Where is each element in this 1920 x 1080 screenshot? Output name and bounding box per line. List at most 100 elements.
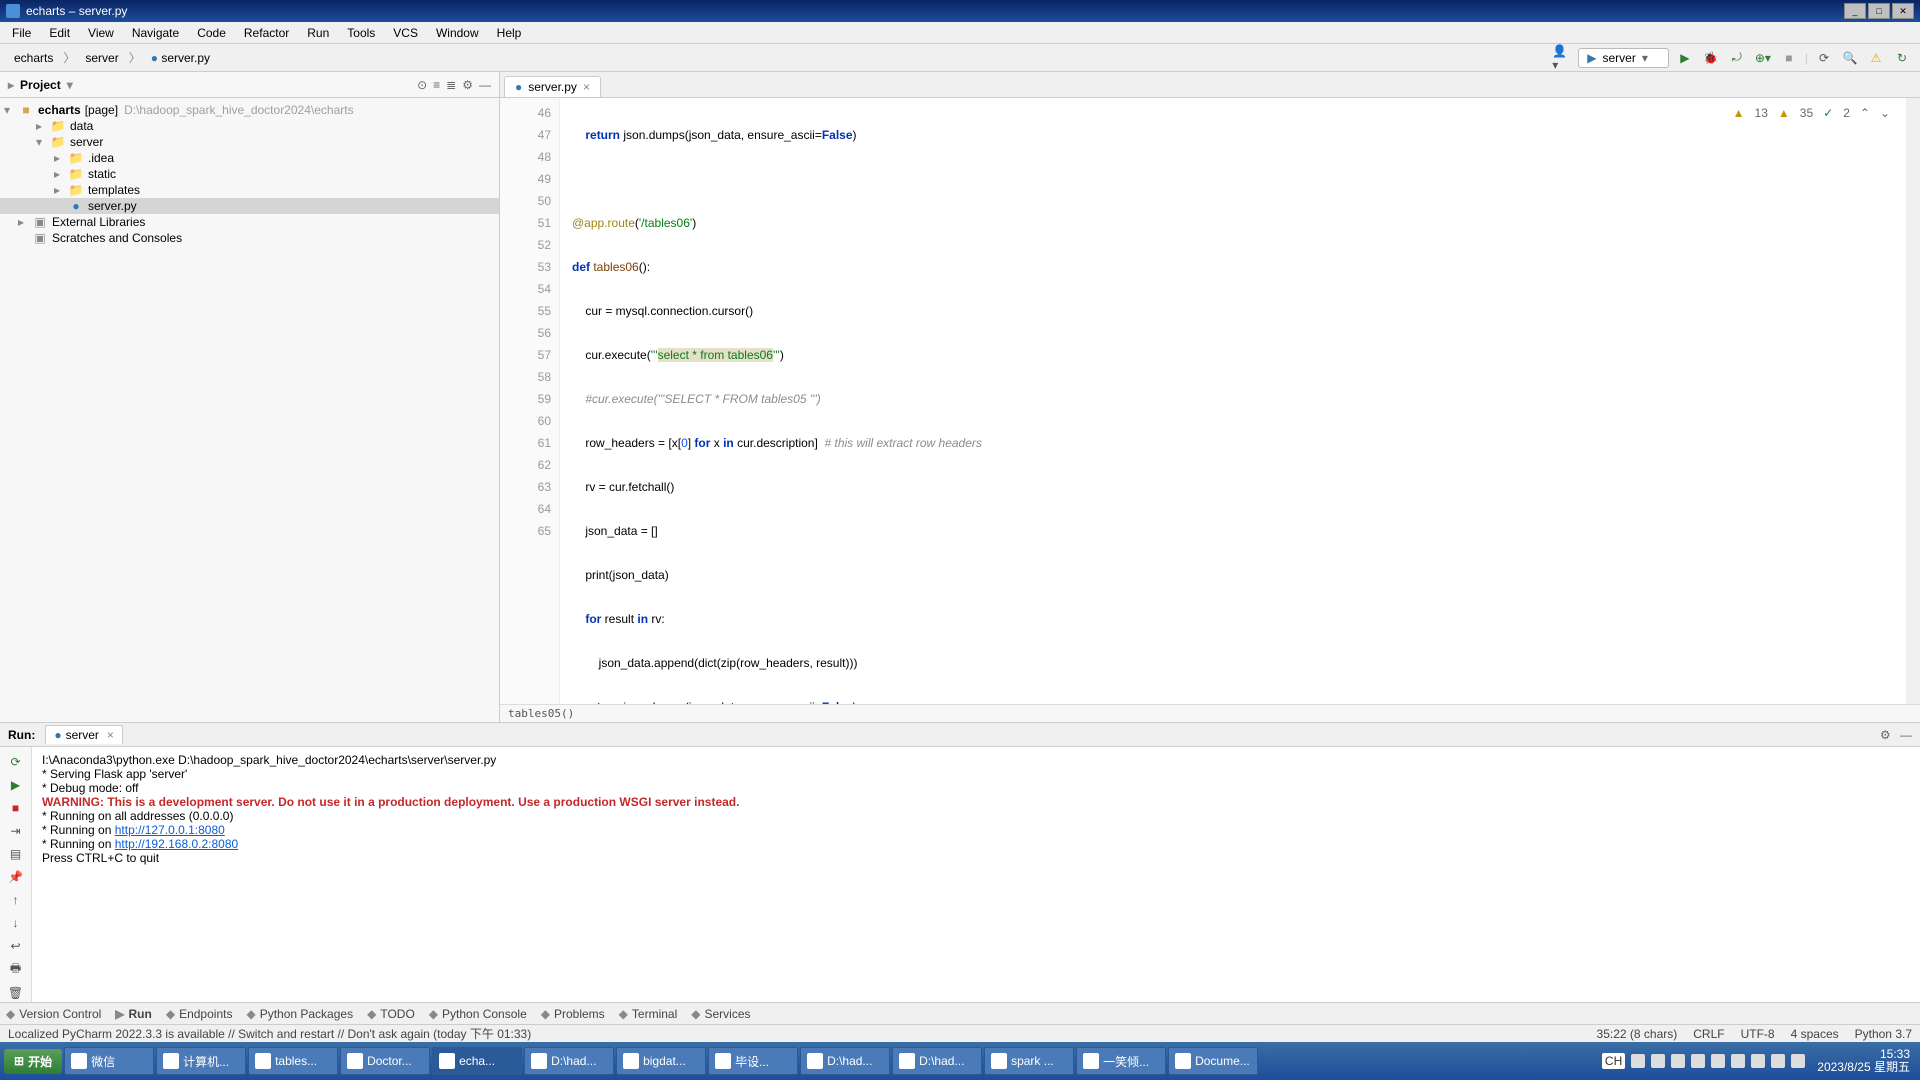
line-number[interactable]: 50 <box>500 190 551 212</box>
sync-button[interactable]: ↻ <box>1892 48 1912 68</box>
tree-folder[interactable]: ▸📁.idea <box>0 150 499 166</box>
tree-library[interactable]: ▣Scratches and Consoles <box>0 230 499 246</box>
taskbar-item[interactable]: 一笑倾... <box>1076 1047 1166 1075</box>
collapse-all-icon[interactable]: ≣ <box>446 78 456 92</box>
stop-button[interactable]: ■ <box>1779 48 1799 68</box>
menu-help[interactable]: Help <box>489 24 530 42</box>
debug-button[interactable]: 🐞 <box>1701 48 1721 68</box>
settings-icon[interactable]: ⚙ <box>462 78 473 92</box>
taskbar-item[interactable]: tables... <box>248 1047 338 1075</box>
taskbar-item[interactable]: Doctor... <box>340 1047 430 1075</box>
tray-icon[interactable] <box>1711 1054 1725 1068</box>
line-number[interactable]: 59 <box>500 388 551 410</box>
line-number[interactable]: 56 <box>500 322 551 344</box>
run-button[interactable]: ▶ <box>7 776 25 793</box>
chevron-up-icon[interactable]: ⌃ <box>1860 102 1870 124</box>
tool-button-run[interactable]: ▶Run <box>115 1007 152 1021</box>
expand-arrow-icon[interactable]: ▾ <box>4 103 18 117</box>
line-number[interactable]: 61 <box>500 432 551 454</box>
menu-edit[interactable]: Edit <box>41 24 78 42</box>
tree-root[interactable]: ▾ ■ echarts [page] D:\hadoop_spark_hive_… <box>0 102 499 118</box>
line-number[interactable]: 60 <box>500 410 551 432</box>
rerun-button[interactable]: ⟳ <box>7 753 25 770</box>
menu-navigate[interactable]: Navigate <box>124 24 187 42</box>
run-button[interactable]: ▶ <box>1675 48 1695 68</box>
tree-folder[interactable]: ▾📁server <box>0 134 499 150</box>
tool-button-python-packages[interactable]: ◆Python Packages <box>246 1007 353 1021</box>
taskbar-item[interactable]: D:\had... <box>892 1047 982 1075</box>
status-widget[interactable]: UTF-8 <box>1741 1027 1775 1041</box>
expand-all-icon[interactable]: ≡ <box>433 78 440 92</box>
ime-indicator[interactable]: CH <box>1602 1053 1625 1069</box>
tool-button-problems[interactable]: ◆Problems <box>541 1007 605 1021</box>
project-tree[interactable]: ▾ ■ echarts [page] D:\hadoop_spark_hive_… <box>0 98 499 722</box>
menu-file[interactable]: File <box>4 24 39 42</box>
minimize-button[interactable]: _ <box>1844 3 1866 19</box>
line-number[interactable]: 54 <box>500 278 551 300</box>
soft-wrap-button[interactable]: ↩ <box>7 938 25 955</box>
console-link[interactable]: http://127.0.0.1:8080 <box>115 823 225 837</box>
inspection-widget[interactable]: ▲13 ▲35 ✓2 ⌃ ⌄ <box>1733 102 1890 124</box>
tool-button-todo[interactable]: ◆TODO <box>367 1007 415 1021</box>
maximize-button[interactable]: □ <box>1868 3 1890 19</box>
editor-tab-server[interactable]: ● server.py × <box>504 76 601 97</box>
breadcrumb-item[interactable]: echarts <box>8 49 59 67</box>
update-project-button[interactable]: ⟳ <box>1814 48 1834 68</box>
expand-arrow-icon[interactable]: ▸ <box>18 215 32 229</box>
taskbar-item[interactable]: bigdat... <box>616 1047 706 1075</box>
status-widget[interactable]: CRLF <box>1693 1027 1724 1041</box>
taskbar-item[interactable]: spark ... <box>984 1047 1074 1075</box>
tree-library[interactable]: ▸▣External Libraries <box>0 214 499 230</box>
step-button[interactable]: ⇥ <box>7 822 25 839</box>
tool-button-terminal[interactable]: ◆Terminal <box>619 1007 678 1021</box>
ide-errors-button[interactable]: ⚠ <box>1866 48 1886 68</box>
line-number[interactable]: 52 <box>500 234 551 256</box>
tool-button-endpoints[interactable]: ◆Endpoints <box>166 1007 233 1021</box>
expand-arrow-icon[interactable]: ▸ <box>54 151 68 165</box>
editor-scrollbar[interactable] <box>1906 98 1920 704</box>
project-collapse-icon[interactable]: ▸ <box>8 78 14 92</box>
tray-icon[interactable] <box>1791 1054 1805 1068</box>
tree-folder[interactable]: ▸📁data <box>0 118 499 134</box>
pin-button[interactable]: 📌 <box>7 868 25 885</box>
chevron-down-icon[interactable]: ▾ <box>67 78 73 92</box>
expand-arrow-icon[interactable]: ▾ <box>36 135 50 149</box>
taskbar-item[interactable]: 计算机... <box>156 1047 246 1075</box>
menu-window[interactable]: Window <box>428 24 487 42</box>
taskbar-item[interactable]: D:\had... <box>800 1047 890 1075</box>
taskbar-item[interactable]: D:\had... <box>524 1047 614 1075</box>
menu-code[interactable]: Code <box>189 24 234 42</box>
line-number[interactable]: 51 <box>500 212 551 234</box>
settings-icon[interactable]: ⚙ <box>1880 728 1891 742</box>
code-content[interactable]: return json.dumps(json_data, ensure_asci… <box>560 98 1920 704</box>
clear-button[interactable]: 🗑 <box>7 985 25 1002</box>
line-number[interactable]: 64 <box>500 498 551 520</box>
line-number[interactable]: 48 <box>500 146 551 168</box>
line-number[interactable]: 58 <box>500 366 551 388</box>
tray-icon[interactable] <box>1731 1054 1745 1068</box>
menu-vcs[interactable]: VCS <box>385 24 426 42</box>
coverage-button[interactable]: ⤾ <box>1727 48 1747 68</box>
status-widget[interactable]: 4 spaces <box>1791 1027 1839 1041</box>
hide-icon[interactable]: — <box>1900 728 1912 742</box>
breadcrumb-item[interactable]: server <box>79 49 124 67</box>
tray-icon[interactable] <box>1751 1054 1765 1068</box>
system-tray[interactable]: CH 15:33 2023/8/25 星期五 <box>1602 1048 1916 1074</box>
profile-button[interactable]: ⊕▾ <box>1753 48 1773 68</box>
taskbar-item[interactable]: 毕设... <box>708 1047 798 1075</box>
run-tab-server[interactable]: ● server × <box>45 725 123 744</box>
tray-icon[interactable] <box>1691 1054 1705 1068</box>
line-number[interactable]: 46 <box>500 102 551 124</box>
down-button[interactable]: ↓ <box>7 915 25 932</box>
expand-arrow-icon[interactable]: ▸ <box>36 119 50 133</box>
line-number[interactable]: 63 <box>500 476 551 498</box>
run-config-selector[interactable]: ▶ server ▾ <box>1578 48 1669 68</box>
line-number[interactable]: 53 <box>500 256 551 278</box>
line-number[interactable]: 65 <box>500 520 551 542</box>
status-message[interactable]: Localized PyCharm 2022.3.3 is available … <box>8 1025 531 1042</box>
hide-icon[interactable]: — <box>479 78 491 92</box>
tool-button-python-console[interactable]: ◆Python Console <box>429 1007 527 1021</box>
tray-icon[interactable] <box>1671 1054 1685 1068</box>
close-button[interactable]: ✕ <box>1892 3 1914 19</box>
line-number[interactable]: 57 <box>500 344 551 366</box>
